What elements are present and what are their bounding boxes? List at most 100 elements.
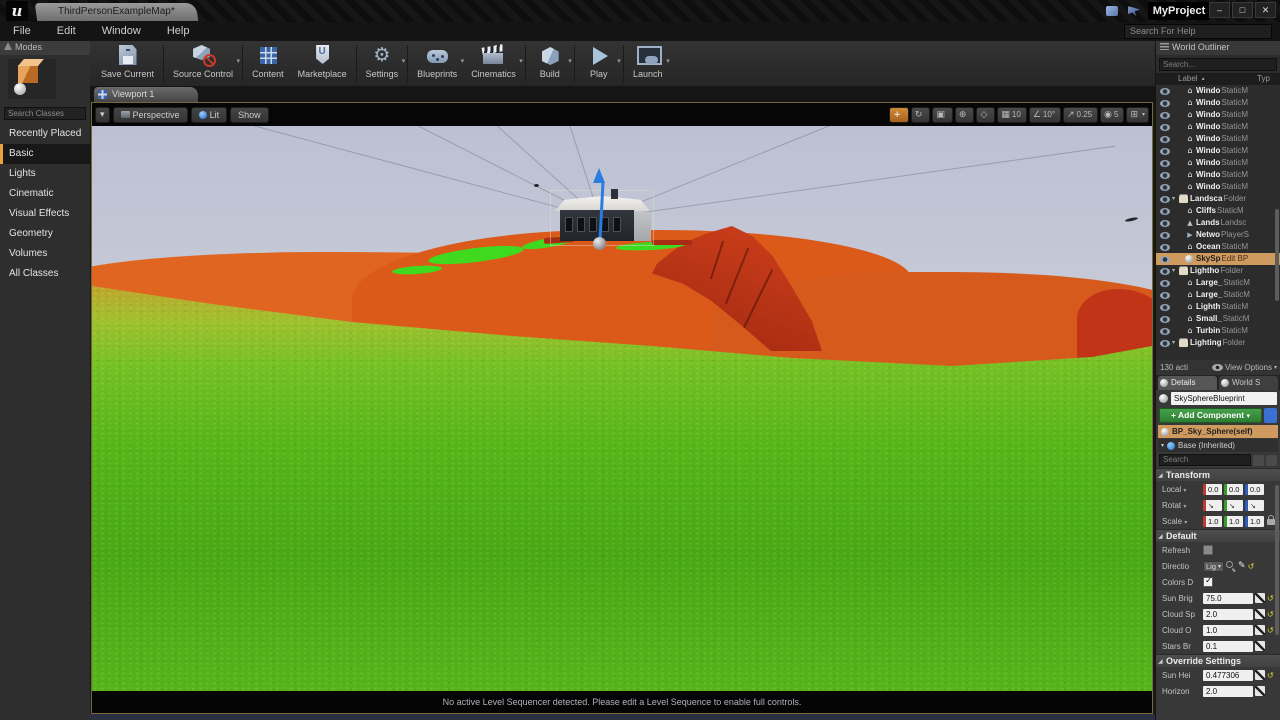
viewport-tool-button[interactable]: ⊕	[955, 107, 975, 123]
menu-item[interactable]: Window	[89, 22, 154, 40]
toolbar-button[interactable]: Build ▾	[528, 41, 572, 86]
toolbar-button[interactable]: Save Current	[94, 41, 161, 86]
outliner-row[interactable]: Lands Landsc	[1156, 217, 1280, 229]
visibility-eye-icon[interactable]	[1160, 244, 1170, 251]
toolbar-button[interactable]: Blueprints ▾	[410, 41, 464, 86]
add-component-button[interactable]: + Add Component ▾	[1159, 408, 1262, 423]
visibility-eye-icon[interactable]	[1160, 316, 1170, 323]
stars-brightness-input[interactable]: 0.1	[1203, 641, 1253, 652]
modes-category[interactable]: Visual Effects	[0, 204, 90, 224]
menu-item[interactable]: Edit	[44, 22, 89, 40]
world-outliner-header[interactable]: World Outliner	[1156, 41, 1280, 55]
modes-category[interactable]: All Classes	[0, 264, 90, 284]
section-default[interactable]: Default	[1156, 529, 1280, 542]
outliner-row[interactable]: ▾ Lightho Folder	[1156, 265, 1280, 277]
visibility-eye-icon[interactable]	[1160, 172, 1170, 179]
details-scrollbar[interactable]	[1275, 485, 1279, 635]
viewport-tool-button[interactable]: ↗ 0.25	[1063, 107, 1098, 123]
outliner-row[interactable]: Ocean StaticM	[1156, 241, 1280, 253]
details-view-options-button[interactable]	[1266, 455, 1277, 466]
menu-item[interactable]: Help	[154, 22, 203, 40]
colors-checkbox[interactable]	[1203, 577, 1213, 587]
outliner-scrollbar[interactable]	[1275, 209, 1279, 301]
perspective-button[interactable]: Perspective	[113, 107, 188, 123]
sort-arrow-icon[interactable]: ▴	[1202, 73, 1205, 85]
lock-scale-icon[interactable]	[1267, 519, 1275, 525]
view-options-button[interactable]: View Options ▾	[1212, 363, 1277, 372]
visibility-eye-icon[interactable]	[1160, 280, 1170, 287]
location-y-input[interactable]: 0.0	[1224, 484, 1243, 495]
modes-category[interactable]: Geometry	[0, 224, 90, 244]
visibility-eye-icon[interactable]	[1160, 304, 1170, 311]
refresh-checkbox[interactable]	[1203, 545, 1213, 555]
outliner-row[interactable]: Lighth StaticM	[1156, 301, 1280, 313]
scale-label[interactable]: Scale ▾	[1162, 517, 1201, 526]
feedback-icon[interactable]	[1106, 6, 1118, 16]
browse-icon[interactable]	[1226, 561, 1236, 571]
visibility-eye-icon[interactable]	[1160, 100, 1170, 107]
property-matrix-button[interactable]	[1253, 455, 1264, 466]
gizmo-origin-sphere[interactable]	[593, 237, 606, 250]
expand-icon[interactable]	[1255, 686, 1265, 696]
visibility-eye-icon[interactable]	[1160, 124, 1170, 131]
viewport-tool-button[interactable]: ▦ 10	[997, 107, 1026, 123]
sun-height-input[interactable]: 0.477306	[1203, 670, 1253, 681]
send-icon[interactable]	[1128, 6, 1140, 16]
minimize-button[interactable]: –	[1209, 2, 1230, 18]
visibility-eye-icon[interactable]	[1160, 184, 1170, 191]
viewport-tool-button[interactable]: ∠ 10°	[1029, 107, 1061, 123]
reset-icon[interactable]: ↺	[1267, 671, 1276, 680]
modes-category[interactable]: Recently Placed	[0, 124, 90, 144]
chevron-down-icon[interactable]: ▾	[666, 57, 670, 65]
modes-category[interactable]: Volumes	[0, 244, 90, 264]
outliner-row[interactable]: Large_ StaticM	[1156, 289, 1280, 301]
viewport-tool-button[interactable]: ▣	[932, 107, 953, 123]
expand-icon[interactable]	[1255, 641, 1265, 651]
toolbar-button[interactable]: Marketplace	[291, 41, 354, 86]
viewport-tool-button[interactable]: ↻	[911, 107, 931, 123]
visibility-eye-icon[interactable]	[1160, 268, 1170, 275]
outliner-row[interactable]: Netwo PlayerS	[1156, 229, 1280, 241]
toolbar-button[interactable]: Source Control ▾	[166, 41, 240, 86]
expand-icon[interactable]	[1255, 609, 1265, 619]
visibility-eye-icon[interactable]	[1160, 328, 1170, 335]
toolbar-button[interactable]: Launch ▾	[626, 41, 670, 86]
tab-world-settings[interactable]: World S	[1219, 376, 1278, 390]
visibility-eye-icon[interactable]	[1160, 196, 1170, 203]
outliner-row[interactable]: Turbin StaticM	[1156, 325, 1280, 337]
outliner-row[interactable]: Cliffs StaticM	[1156, 205, 1280, 217]
section-transform[interactable]: Transform	[1156, 468, 1280, 481]
details-search-input[interactable]: Search	[1159, 454, 1251, 466]
expand-caret-icon[interactable]: ▾	[1161, 439, 1164, 452]
tab-details[interactable]: Details	[1158, 376, 1217, 390]
chevron-down-icon[interactable]: ▾	[402, 57, 406, 65]
lit-mode-button[interactable]: Lit	[191, 107, 228, 123]
outliner-row[interactable]: Windo StaticM	[1156, 181, 1280, 193]
viewport-3d-scene[interactable]	[92, 126, 1152, 691]
outliner-row[interactable]: Windo StaticM	[1156, 85, 1280, 97]
modes-category[interactable]: Cinematic	[0, 184, 90, 204]
expand-icon[interactable]	[1255, 625, 1265, 635]
visibility-eye-icon[interactable]	[1160, 148, 1170, 155]
outliner-row[interactable]: Windo StaticM	[1156, 145, 1280, 157]
chevron-down-icon[interactable]: ▾	[237, 57, 241, 65]
directional-light-dropdown[interactable]: Lig▾	[1203, 561, 1224, 572]
expand-caret-icon[interactable]: ▾	[1172, 337, 1179, 349]
modes-category[interactable]: Lights	[0, 164, 90, 184]
toolbar-button[interactable]: Settings ▾	[359, 41, 406, 86]
scale-y-input[interactable]: 1.0	[1224, 516, 1243, 527]
outliner-row[interactable]: Large_ StaticM	[1156, 277, 1280, 289]
chevron-down-icon[interactable]: ▾	[519, 57, 523, 65]
help-search-input[interactable]: Search For Help	[1124, 24, 1272, 39]
visibility-eye-icon[interactable]	[1160, 340, 1170, 347]
viewport-options-dropdown[interactable]: ▾	[95, 107, 110, 123]
outliner-row[interactable]: ▾ Landsca Folder	[1156, 193, 1280, 205]
outliner-row[interactable]: Windo StaticM	[1156, 121, 1280, 133]
column-label[interactable]: Label	[1178, 73, 1198, 85]
menu-item[interactable]: File	[0, 22, 44, 40]
close-button[interactable]: ✕	[1255, 2, 1276, 18]
viewport-tool-button[interactable]: ◉ 5	[1100, 107, 1124, 123]
toolbar-button[interactable]: Content	[245, 41, 291, 86]
pencil-icon[interactable]: ✎	[1238, 561, 1246, 571]
expand-caret-icon[interactable]: ▾	[1172, 193, 1179, 205]
